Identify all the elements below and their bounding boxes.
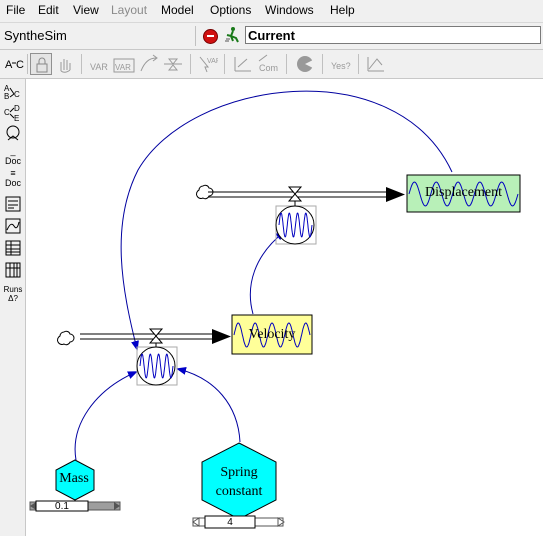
svg-text:B: B xyxy=(4,92,9,101)
separator xyxy=(195,26,196,46)
box-variable-tool[interactable]: VAR xyxy=(113,53,135,75)
menu-bar: File Edit View Layout Model Options Wind… xyxy=(0,0,543,23)
doc-all-label: Doc xyxy=(4,178,21,188)
svg-text:VAR: VAR xyxy=(90,62,108,72)
link-spring-to-velocity-rate[interactable] xyxy=(176,367,241,443)
shadow-variable-tool[interactable]: VAR xyxy=(196,53,218,75)
svg-text:C: C xyxy=(16,59,24,71)
svg-text:VAR: VAR xyxy=(207,58,218,65)
uses-tree-tool[interactable]: CDE xyxy=(2,103,24,123)
svg-text:E: E xyxy=(14,114,19,123)
hand-icon[interactable] xyxy=(54,53,76,75)
table-icon[interactable] xyxy=(2,238,24,258)
variable-tool[interactable]: VAR xyxy=(88,53,110,75)
velocity-rate-valve[interactable] xyxy=(136,346,178,386)
svg-text:VAR: VAR xyxy=(115,63,131,72)
menu-windows[interactable]: Windows xyxy=(265,3,314,17)
doc-label: Doc xyxy=(4,156,21,166)
variable-name-tool[interactable]: AC xyxy=(3,53,25,75)
sketch-tool[interactable]: Yes? xyxy=(330,53,352,75)
comment-tool[interactable]: Com xyxy=(257,53,279,75)
runs-label: Runs xyxy=(3,285,23,294)
app-name: SyntheSim xyxy=(4,28,67,43)
lock-icon[interactable] xyxy=(30,53,52,75)
displacement-flow-pipe[interactable] xyxy=(196,184,405,206)
displacement-rate-valve[interactable] xyxy=(275,205,317,245)
velocity-stock[interactable] xyxy=(231,314,313,355)
mass-auxiliary[interactable] xyxy=(55,459,95,501)
menu-model[interactable]: Model xyxy=(161,3,194,17)
menu-help[interactable]: Help xyxy=(330,3,355,17)
svg-text:D: D xyxy=(14,104,20,113)
sketch-canvas[interactable]: Displacement Velocity Mass Spring consta… xyxy=(26,79,543,536)
sketch-comment-tool[interactable] xyxy=(365,53,387,75)
document-all-tool[interactable]: ≡ Doc xyxy=(2,168,24,188)
menu-layout[interactable]: Layout xyxy=(111,3,147,17)
svg-text:C: C xyxy=(4,108,10,117)
link-mass-to-velocity-rate[interactable] xyxy=(74,371,138,461)
menu-view[interactable]: View xyxy=(73,3,99,17)
arrow-tool[interactable] xyxy=(138,53,160,75)
runs-compare-tool[interactable]: Runs Δ? xyxy=(2,285,24,305)
causes-tree-tool[interactable]: ACB xyxy=(2,82,24,102)
causes-strip-icon[interactable] xyxy=(2,194,24,214)
run-name-field[interactable]: Current xyxy=(245,26,541,44)
menu-options[interactable]: Options xyxy=(210,3,251,17)
svg-text:Com: Com xyxy=(259,63,278,73)
velocity-flow-pipe[interactable] xyxy=(57,328,231,348)
loops-icon[interactable] xyxy=(2,124,24,144)
graph-icon[interactable] xyxy=(2,216,24,236)
delete-tool[interactable] xyxy=(294,53,316,75)
menu-edit[interactable]: Edit xyxy=(38,3,59,17)
svg-text:Yes?: Yes? xyxy=(331,61,351,71)
svg-text:A: A xyxy=(5,59,13,71)
document-tool[interactable]: _ Doc xyxy=(2,146,24,166)
equation-tool[interactable] xyxy=(232,53,254,75)
mass-slider-value: 0.1 xyxy=(55,501,69,512)
svg-text:C: C xyxy=(14,90,20,99)
table-time-down-icon[interactable] xyxy=(2,260,24,280)
menu-file[interactable]: File xyxy=(6,3,25,17)
rate-tool[interactable] xyxy=(162,53,184,75)
run-simulation-icon[interactable] xyxy=(224,26,242,44)
spring-constant-auxiliary[interactable] xyxy=(201,442,277,520)
spring-slider-value: 4 xyxy=(227,517,233,528)
stop-icon[interactable] xyxy=(203,29,218,44)
